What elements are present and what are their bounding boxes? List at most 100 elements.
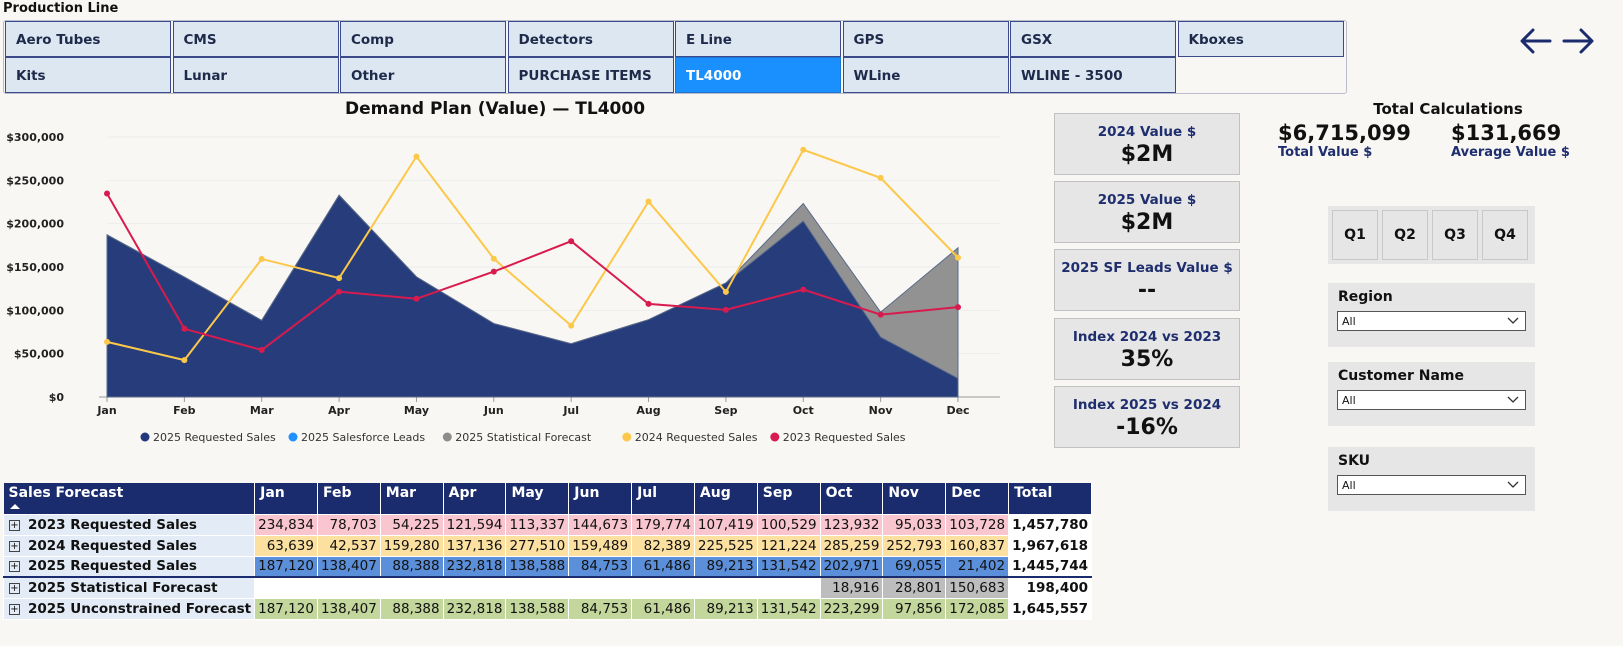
region-dropdown[interactable]: All [1337, 311, 1526, 331]
table-cell: 42,537 [316, 534, 381, 557]
tab-kits[interactable]: Kits [5, 57, 171, 93]
quarter-button-q4[interactable]: Q4 [1482, 210, 1528, 260]
series-2024-requested-sales-point [645, 198, 652, 205]
tab-gsx[interactable]: GSX [1010, 21, 1176, 57]
tab-detectors[interactable]: Detectors [507, 21, 674, 57]
expand-plus-icon[interactable]: + [9, 603, 20, 615]
table-cell [568, 576, 633, 599]
tab-other[interactable]: Other [340, 57, 506, 93]
average-value: $131,669 [1451, 121, 1562, 145]
tab-purchase-items[interactable]: PURCHASE ITEMS [507, 57, 674, 93]
row-header: +2025 Statistical Forecast [2, 576, 256, 599]
table-cell: 88,388 [379, 597, 444, 620]
table-cell: 138,588 [505, 555, 570, 578]
column-header-may[interactable]: May [505, 483, 570, 514]
column-header-jun[interactable]: Jun [568, 483, 633, 514]
customer-name-dropdown[interactable]: All [1337, 390, 1526, 410]
page-navigation [1518, 24, 1596, 58]
column-header-nov[interactable]: Nov [882, 483, 947, 514]
slicer-label: Customer Name [1338, 368, 1464, 384]
table-cell: 121,224 [756, 534, 821, 557]
sku-dropdown[interactable]: All [1337, 475, 1526, 495]
dropdown-selected-value: All [1342, 315, 1356, 328]
tab-e-line[interactable]: E Line [675, 21, 841, 57]
table-header-sales-forecast[interactable]: Sales Forecast [3, 483, 256, 514]
dropdown-selected-value: All [1342, 479, 1356, 492]
quarter-button-q3[interactable]: Q3 [1432, 210, 1478, 260]
column-header-oct[interactable]: Oct [820, 483, 884, 514]
chevron-down-icon [1507, 481, 1519, 488]
tab-gps[interactable]: GPS [842, 21, 1009, 57]
tab-comp[interactable]: Comp [340, 21, 506, 57]
column-header-mar[interactable]: Mar [380, 483, 444, 514]
table-cell: 82,389 [631, 534, 695, 557]
legend-item-2023-requested-sales: 2023 Requested Sales [770, 431, 906, 444]
x-tick-label: Jul [562, 404, 579, 417]
sort-ascending-icon[interactable] [9, 503, 21, 509]
series-2024-requested-sales-point [336, 275, 343, 282]
table-cell: 234,834 [254, 513, 318, 536]
y-tick-label: $200,000 [6, 218, 64, 231]
chart-title: Demand Plan (Value) — TL4000 [344, 99, 646, 119]
expand-plus-icon[interactable]: + [9, 519, 20, 531]
table-cell [254, 576, 318, 599]
column-header-feb[interactable]: Feb [317, 483, 381, 514]
series-2024-requested-sales-point [413, 153, 420, 160]
series-2024-requested-sales-point [722, 288, 729, 295]
tab-cms[interactable]: CMS [172, 21, 339, 57]
arrow-left-icon[interactable] [1518, 24, 1554, 58]
table-cell [505, 576, 570, 599]
total-value-label: Total Value $ [1278, 145, 1373, 160]
arrow-right-icon[interactable] [1560, 24, 1596, 58]
table-cell: 232,818 [442, 597, 507, 620]
page-title: Production Line [3, 1, 119, 16]
kpi-label: Index 2024 vs 2023 [1072, 329, 1222, 345]
column-header-dec[interactable]: Dec [945, 483, 1010, 514]
expand-plus-icon[interactable]: + [9, 561, 20, 573]
tab-kboxes[interactable]: Kboxes [1177, 21, 1344, 57]
sales-forecast-table: Sales Forecast Jan Feb Mar Apr May Jun Jul Aug Se… [2, 483, 1093, 620]
x-tick-label: Nov [869, 404, 894, 417]
quarter-slicer: Q1 Q2 Q3 Q4 [1328, 206, 1535, 264]
table-cell: 61,486 [631, 555, 695, 578]
slicer-region: Region All [1328, 283, 1535, 347]
table-cell: 107,419 [693, 513, 758, 536]
column-header-apr[interactable]: Apr [443, 483, 507, 514]
table-cell [316, 576, 381, 599]
table-row-2023-requested-sales: +2023 Requested Sales 234,834 78,703 54,225… [2, 513, 1093, 536]
table-cell: 18,916 [819, 576, 884, 599]
legend-marker [770, 432, 780, 442]
tab-tl4000[interactable]: TL4000 [675, 57, 841, 93]
table-cell [379, 576, 444, 599]
expand-plus-icon[interactable]: + [9, 540, 20, 552]
table-cell: 95,033 [882, 513, 947, 536]
table-cell: 113,337 [505, 513, 570, 536]
series-2024-requested-sales-point [800, 146, 807, 153]
legend-marker [140, 432, 150, 442]
table-cell: 277,510 [505, 534, 570, 557]
column-header-total[interactable]: Total [1008, 483, 1093, 514]
quarter-button-q1[interactable]: Q1 [1332, 210, 1378, 260]
dropdown-selected-value: All [1342, 394, 1356, 407]
column-header-aug[interactable]: Aug [694, 483, 758, 514]
tab-wline-3500[interactable]: WLINE - 3500 [1010, 57, 1176, 93]
tab-aero-tubes[interactable]: Aero Tubes [5, 21, 171, 57]
column-header-jan[interactable]: Jan [254, 483, 318, 514]
slicer-customer-name: Customer Name All [1328, 362, 1535, 426]
legend-item-2025-salesforce-leads: 2025 Salesforce Leads [288, 431, 425, 444]
row-label: 2023 Requested Sales [28, 516, 197, 533]
quarter-button-q2[interactable]: Q2 [1382, 210, 1428, 260]
column-header-jul[interactable]: Jul [631, 483, 695, 514]
expand-plus-icon[interactable]: + [9, 582, 20, 594]
table-cell: 97,856 [882, 597, 947, 620]
tab-wline[interactable]: WLine [842, 57, 1009, 93]
x-tick-label: Sep [714, 404, 737, 417]
table-cell: 187,120 [254, 555, 318, 578]
table-cell: 179,774 [631, 513, 695, 536]
table-cell: 202,971 [819, 555, 884, 578]
row-total: 1,967,618 [1008, 534, 1093, 557]
row-label: 2025 Requested Sales [28, 558, 197, 575]
tab-lunar[interactable]: Lunar [172, 57, 339, 93]
column-header-sep[interactable]: Sep [757, 483, 821, 514]
kpi-value: $2M [1120, 142, 1174, 167]
